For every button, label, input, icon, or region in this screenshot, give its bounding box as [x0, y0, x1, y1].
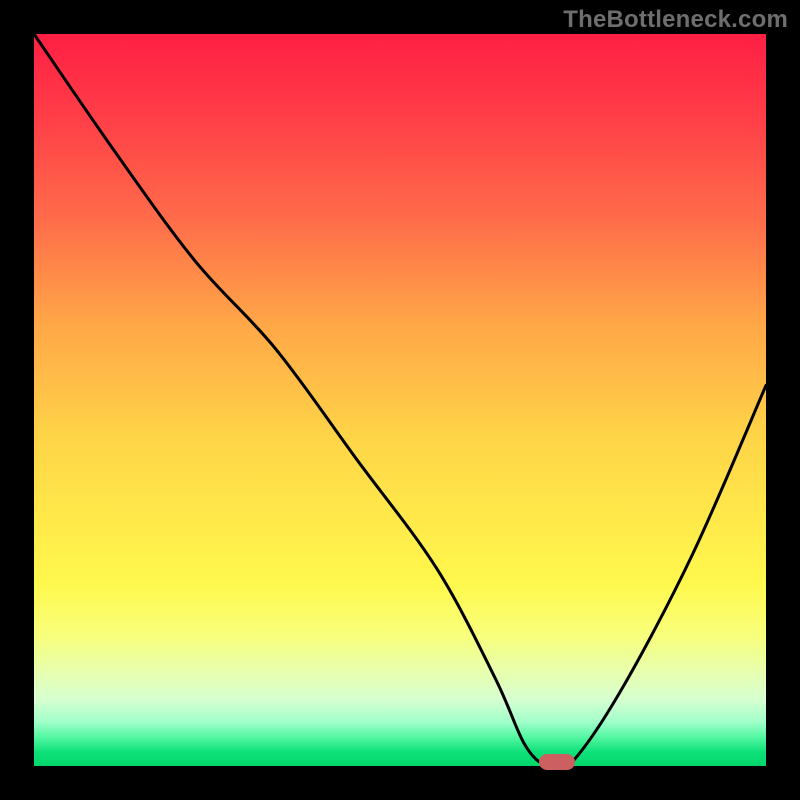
optimal-point-marker — [539, 754, 575, 770]
chart-frame: TheBottleneck.com — [0, 0, 800, 800]
watermark-text: TheBottleneck.com — [563, 6, 788, 34]
gradient-plot-area — [34, 34, 766, 766]
